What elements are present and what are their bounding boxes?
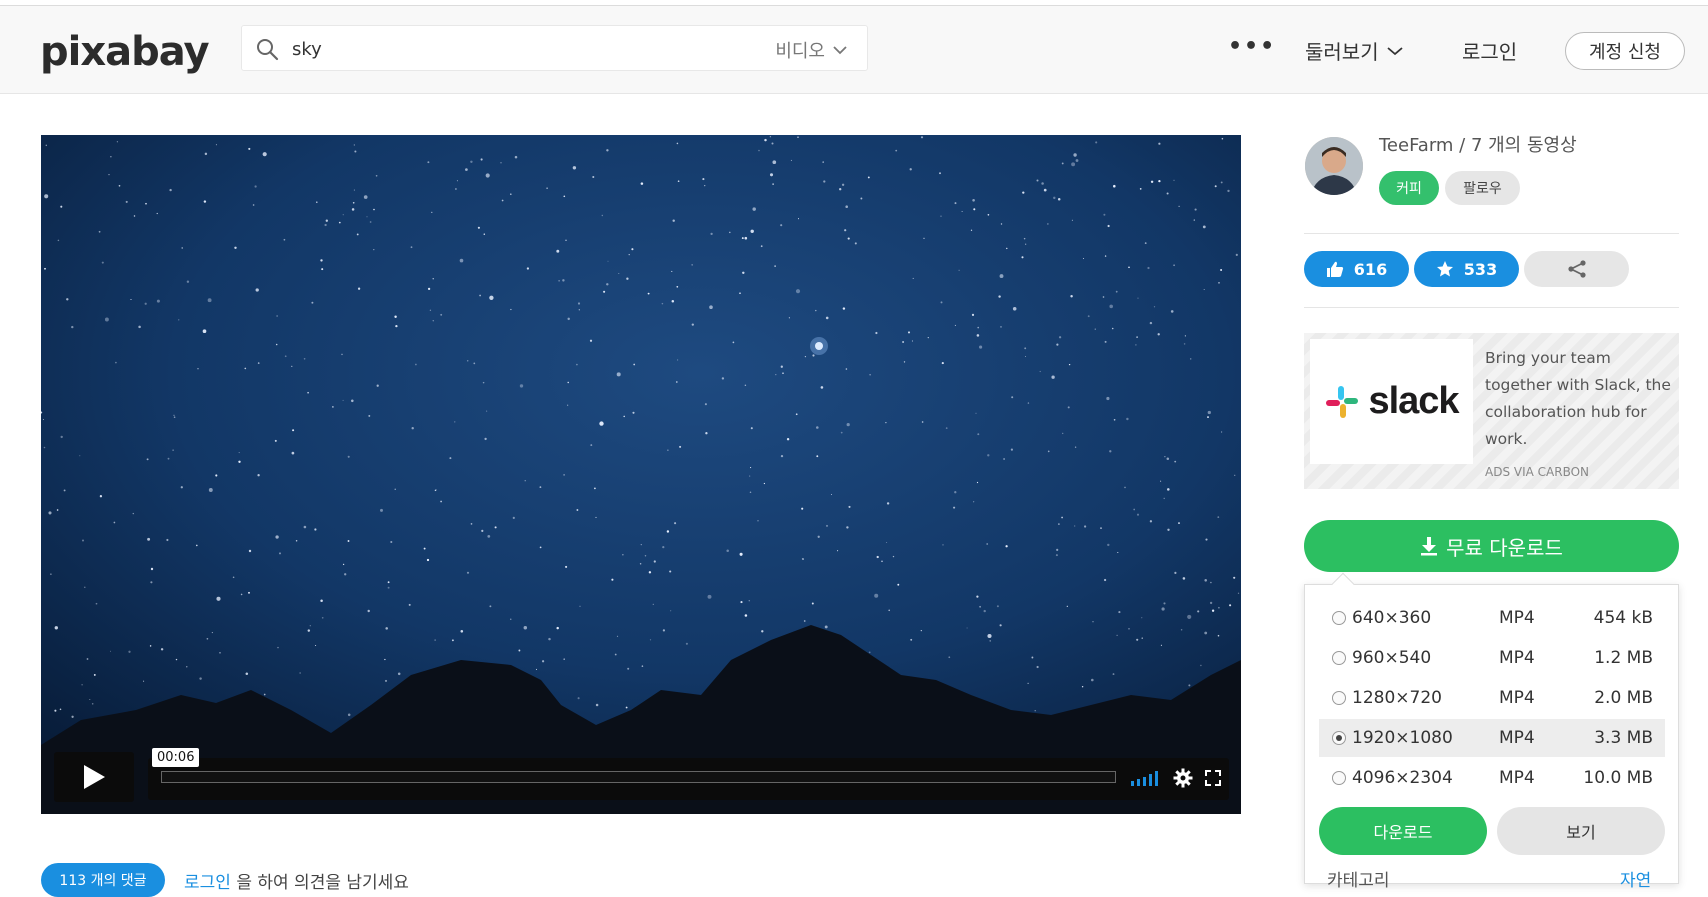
play-icon — [84, 765, 105, 789]
author-avatar[interactable] — [1305, 137, 1363, 195]
favorite-count: 533 — [1463, 259, 1498, 279]
download-option-row[interactable]: 4096×2304 MP4 10.0 MB — [1319, 759, 1665, 797]
like-button[interactable]: 616 — [1304, 251, 1409, 287]
night-sky-video-frame — [41, 135, 1241, 814]
option-radio[interactable] — [1332, 771, 1346, 785]
download-option-row[interactable]: 1280×720 MP4 2.0 MB — [1319, 679, 1665, 717]
more-menu-button[interactable]: ••• — [1228, 34, 1276, 59]
option-format: MP4 — [1499, 728, 1535, 748]
pixabay-logo[interactable]: pixabay — [40, 32, 210, 72]
option-resolution: 640×360 — [1352, 608, 1432, 628]
search-input[interactable]: sky — [292, 39, 322, 60]
time-tooltip: 00:06 — [152, 748, 200, 767]
browse-menu[interactable]: 둘러보기 — [1305, 36, 1403, 65]
search-icon[interactable] — [255, 37, 279, 61]
divider — [1304, 307, 1679, 308]
share-button[interactable] — [1524, 251, 1629, 287]
option-format: MP4 — [1499, 688, 1535, 708]
option-format: MP4 — [1499, 768, 1535, 788]
coffee-button[interactable]: 커피 — [1379, 171, 1439, 205]
slack-logo-icon — [1326, 385, 1359, 418]
control-icons — [1131, 768, 1221, 788]
option-resolution: 1280×720 — [1352, 688, 1442, 708]
option-size: 2.0 MB — [1594, 688, 1653, 708]
ad-brand-wordmark: slack — [1368, 380, 1459, 422]
download-option-row[interactable]: 960×540 MP4 1.2 MB — [1319, 639, 1665, 677]
option-radio[interactable] — [1332, 691, 1346, 705]
chevron-down-icon — [833, 46, 847, 55]
comment-prompt-text: 을 하여 의견을 남기세요 — [230, 873, 409, 893]
option-size: 10.0 MB — [1583, 768, 1653, 788]
option-size: 1.2 MB — [1594, 648, 1653, 668]
view-button[interactable]: 보기 — [1497, 807, 1665, 855]
login-link[interactable]: 로그인 — [1462, 36, 1517, 65]
category-label: 카테고리 — [1327, 871, 1390, 891]
option-radio[interactable] — [1332, 651, 1346, 665]
option-size: 454 kB — [1593, 608, 1653, 628]
author-name[interactable]: TeeFarm / 7 개의 동영상 — [1379, 131, 1577, 157]
free-download-label: 무료 다운로드 — [1446, 535, 1563, 560]
search-bar[interactable]: sky 비디오 — [241, 25, 868, 71]
category-link[interactable]: 자연 — [1620, 866, 1651, 891]
signup-button[interactable]: 계정 신청 — [1565, 32, 1685, 70]
play-button[interactable] — [54, 752, 134, 802]
control-bar: 00:06 — [148, 748, 1229, 800]
option-format: MP4 — [1499, 648, 1535, 668]
comment-login-link[interactable]: 로그인 — [184, 873, 231, 893]
download-icon — [1421, 537, 1438, 556]
option-resolution: 4096×2304 — [1352, 768, 1453, 788]
video-controls: 00:06 — [54, 748, 1229, 802]
progress-track[interactable]: 00:06 — [152, 748, 1116, 783]
comment-prompt: 로그인 을 하여 의견을 남기세요 — [184, 868, 409, 893]
download-option-row-selected[interactable]: 1920×1080 MP4 3.3 MB — [1319, 719, 1665, 757]
free-download-button[interactable]: 무료 다운로드 — [1304, 520, 1679, 572]
carbon-ad[interactable]: slack Bring your team together with Slac… — [1304, 333, 1679, 489]
panel-notch — [1331, 572, 1355, 596]
search-type-label: 비디오 — [775, 41, 825, 62]
option-radio-checked[interactable] — [1332, 731, 1346, 745]
download-options-panel: 640×360 MP4 454 kB 960×540 MP4 1.2 MB 12… — [1304, 572, 1679, 884]
thumbs-up-icon — [1326, 261, 1343, 277]
option-size: 3.3 MB — [1594, 728, 1653, 748]
download-option-row[interactable]: 640×360 MP4 454 kB — [1319, 599, 1665, 637]
star-icon — [1436, 261, 1453, 277]
follow-button[interactable]: 팔로우 — [1445, 171, 1520, 205]
video-player[interactable]: 00:06 — [41, 135, 1241, 814]
volume-icon[interactable] — [1131, 770, 1161, 786]
option-radio[interactable] — [1332, 611, 1346, 625]
search-type-dropdown[interactable]: 비디오 — [775, 37, 847, 63]
divider — [1304, 233, 1679, 234]
option-resolution: 960×540 — [1352, 648, 1432, 668]
fullscreen-icon[interactable] — [1205, 770, 1221, 786]
download-button[interactable]: 다운로드 — [1319, 807, 1487, 855]
settings-gear-icon[interactable] — [1173, 768, 1193, 788]
favorite-button[interactable]: 533 — [1414, 251, 1519, 287]
like-count: 616 — [1353, 259, 1388, 279]
comments-count-badge[interactable]: 113 개의 댓글 — [41, 863, 165, 897]
ads-via-carbon[interactable]: ADS VIA CARBON — [1485, 465, 1589, 479]
browse-label: 둘러보기 — [1305, 40, 1379, 64]
option-format: MP4 — [1499, 608, 1535, 628]
share-icon — [1567, 260, 1586, 278]
ad-text[interactable]: Bring your team together with Slack, the… — [1485, 345, 1675, 453]
ad-image[interactable]: slack — [1310, 339, 1473, 464]
author-avatar-image — [1305, 137, 1363, 195]
site-header: pixabay sky 비디오 ••• 둘러보기 로그인 계정 신청 — [0, 6, 1708, 94]
chevron-down-icon — [1387, 46, 1403, 55]
option-resolution: 1920×1080 — [1352, 728, 1453, 748]
